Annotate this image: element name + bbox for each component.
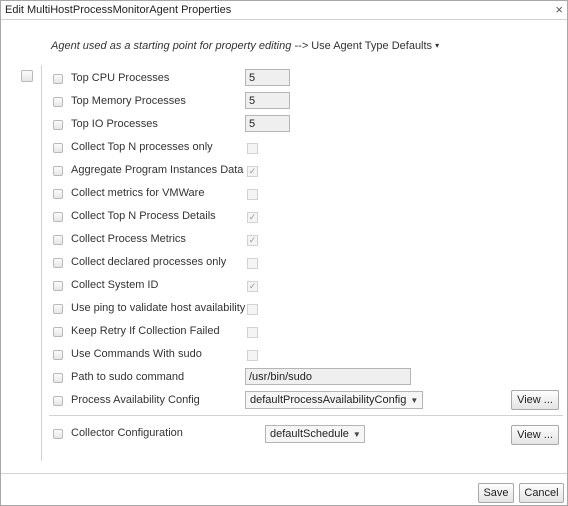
collector-config-select[interactable]: defaultSchedule ▼	[265, 425, 365, 443]
group-divider	[41, 65, 42, 461]
dropdown-arrow-icon: ▼	[410, 396, 419, 405]
property-text-field[interactable]: /usr/bin/sudo	[245, 368, 411, 385]
cancel-button[interactable]: Cancel	[519, 483, 564, 503]
property-value-checkbox[interactable]	[247, 143, 258, 154]
property-label: Collect Top N Process Details	[71, 210, 216, 222]
property-value-checkbox[interactable]	[247, 327, 258, 338]
collector-config-label: Collector Configuration	[71, 427, 183, 439]
property-enable-checkbox[interactable]	[53, 396, 63, 406]
property-label: Aggregate Program Instances Data	[71, 164, 244, 176]
property-value-checkbox[interactable]: ✓	[247, 235, 258, 246]
property-label: Collect metrics for VMWare	[71, 187, 205, 199]
property-value-checkbox[interactable]	[247, 189, 258, 200]
property-label: Use ping to validate host availability	[71, 302, 246, 314]
property-label: Collect declared processes only	[71, 256, 227, 268]
agent-source-prefix: Agent used as a starting point for prope…	[51, 40, 309, 52]
property-label: Process Availability Config	[71, 394, 200, 406]
property-label: Collect Process Metrics	[71, 233, 186, 245]
collector-config-checkbox[interactable]	[53, 429, 63, 439]
property-label: Use Commands With sudo	[71, 348, 202, 360]
property-view-button[interactable]: View ...	[511, 390, 559, 410]
property-number-field[interactable]: 5	[245, 115, 290, 132]
property-enable-checkbox[interactable]	[53, 143, 63, 153]
property-select-value: defaultProcessAvailabilityConfig	[250, 394, 407, 406]
property-enable-checkbox[interactable]	[53, 258, 63, 268]
property-enable-checkbox[interactable]	[53, 350, 63, 360]
property-select[interactable]: defaultProcessAvailabilityConfig ▼	[245, 391, 424, 409]
property-enable-checkbox[interactable]	[53, 212, 63, 222]
property-label: Top CPU Processes	[71, 72, 170, 84]
save-button[interactable]: Save	[478, 483, 514, 503]
chevron-down-icon: ▾	[435, 41, 440, 50]
property-label: Top Memory Processes	[71, 95, 186, 107]
property-label: Collect System ID	[71, 279, 159, 291]
properties-dialog: Edit MultiHostProcessMonitorAgent Proper…	[0, 0, 568, 506]
property-value-checkbox[interactable]: ✓	[247, 212, 258, 223]
dropdown-arrow-icon: ▼	[352, 430, 361, 439]
footer-divider	[1, 473, 567, 474]
property-enable-checkbox[interactable]	[53, 327, 63, 337]
property-value-checkbox[interactable]: ✓	[247, 166, 258, 177]
property-value-checkbox[interactable]	[247, 304, 258, 315]
dialog-title: Edit MultiHostProcessMonitorAgent Proper…	[5, 4, 232, 16]
property-enable-checkbox[interactable]	[53, 235, 63, 245]
close-icon[interactable]: ×	[555, 2, 563, 17]
property-enable-checkbox[interactable]	[53, 281, 63, 291]
collector-view-button[interactable]: View ...	[511, 425, 559, 445]
property-value-checkbox[interactable]	[247, 258, 258, 269]
property-enable-checkbox[interactable]	[53, 189, 63, 199]
property-enable-checkbox[interactable]	[53, 120, 63, 130]
dialog-titlebar: Edit MultiHostProcessMonitorAgent Proper…	[1, 1, 567, 20]
property-label: Collect Top N processes only	[71, 141, 213, 153]
property-enable-checkbox[interactable]	[53, 97, 63, 107]
property-number-field[interactable]: 5	[245, 69, 290, 86]
property-number-field[interactable]: 5	[245, 92, 290, 109]
agent-source-value: Use Agent Type Defaults	[311, 40, 433, 52]
property-enable-checkbox[interactable]	[53, 304, 63, 314]
property-enable-checkbox[interactable]	[53, 373, 63, 383]
select-all-checkbox[interactable]	[21, 70, 33, 82]
property-enable-checkbox[interactable]	[53, 166, 63, 176]
property-label: Path to sudo command	[71, 371, 185, 383]
agent-source-selector[interactable]: Agent used as a starting point for prope…	[51, 40, 439, 52]
section-divider	[49, 415, 563, 416]
property-label: Top IO Processes	[71, 118, 158, 130]
property-value-checkbox[interactable]	[247, 350, 258, 361]
property-label: Keep Retry If Collection Failed	[71, 325, 220, 337]
collector-config-value: defaultSchedule	[270, 428, 349, 440]
property-enable-checkbox[interactable]	[53, 74, 63, 84]
property-value-checkbox[interactable]: ✓	[247, 281, 258, 292]
